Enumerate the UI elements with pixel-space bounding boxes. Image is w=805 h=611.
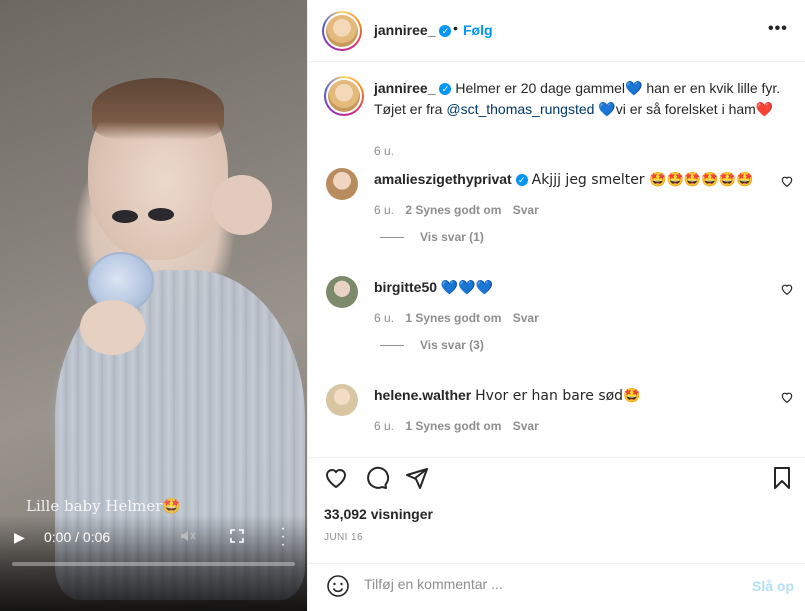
comment-username[interactable]: amalieszigethyprivat: [374, 171, 512, 187]
caption-mention-link[interactable]: @sct_thomas_rungsted: [446, 101, 594, 117]
blue-heart-emoji: 💙: [598, 102, 616, 118]
video-scene-eye: [112, 210, 138, 223]
more-options-icon[interactable]: •••: [768, 20, 788, 38]
video-scene-baby-hair: [92, 78, 224, 140]
comment-text: helene.walther Hvor er han bare sød🤩: [374, 387, 641, 404]
video-player[interactable]: Lille baby Helmer🤩 ▶ 0:00 / 0:06 · · ·: [0, 0, 307, 611]
verified-badge-icon: ✓: [515, 174, 528, 187]
comment-timestamp[interactable]: 6 u.: [374, 203, 394, 217]
play-icon[interactable]: ▶: [14, 529, 25, 546]
save-bookmark-icon[interactable]: [770, 466, 794, 490]
video-time: 0:00 / 0:06: [44, 529, 111, 545]
avatar[interactable]: [326, 276, 358, 308]
caption-timestamp[interactable]: 6 u.: [374, 144, 394, 158]
comment-username[interactable]: birgitte50: [374, 279, 437, 295]
comment-bubble-icon[interactable]: [365, 466, 389, 490]
avatar[interactable]: [322, 11, 362, 51]
comment-username[interactable]: helene.walther: [374, 387, 471, 403]
like-comment-heart-icon[interactable]: [780, 174, 794, 188]
video-controls: ▶ 0:00 / 0:06 · · ·: [0, 515, 307, 611]
comment-meta: 6 u. 1 Synes godt om Svar: [374, 419, 547, 433]
avatar[interactable]: [326, 168, 358, 200]
video-scene-hand: [212, 175, 272, 235]
follow-button[interactable]: Følg: [463, 22, 493, 38]
reply-button[interactable]: Svar: [513, 203, 539, 217]
like-comment-heart-icon[interactable]: [780, 282, 794, 296]
caption-text: janniree_ ✓ Helmer er 20 dage gammel💙 han…: [374, 80, 781, 118]
comment-likes[interactable]: 2 Synes godt om: [405, 203, 501, 217]
view-replies-button[interactable]: Vis svar (1): [380, 230, 484, 244]
emoji-smiley-icon[interactable]: [326, 574, 350, 598]
comment-text: birgitte50 💙💙💙: [374, 279, 494, 296]
separator-dot: •: [453, 20, 458, 36]
comment-likes[interactable]: 1 Synes godt om: [405, 311, 501, 325]
caption-username[interactable]: janniree_: [374, 80, 435, 96]
verified-badge-icon: ✓: [439, 83, 452, 96]
post-header: janniree_ ✓ • Følg •••: [308, 0, 805, 62]
reply-button[interactable]: Svar: [513, 311, 539, 325]
mute-icon[interactable]: [180, 529, 196, 543]
comment-likes[interactable]: 1 Synes godt om: [405, 419, 501, 433]
video-progress-bar[interactable]: [12, 562, 295, 566]
video-scene-hand: [80, 300, 145, 355]
view-count[interactable]: 33,092 visninger: [324, 506, 433, 522]
reply-button[interactable]: Svar: [513, 419, 539, 433]
post-comment-button[interactable]: Slå op: [752, 578, 794, 594]
video-more-icon[interactable]: · · ·: [280, 521, 286, 553]
comment-meta: 6 u. 2 Synes godt om Svar: [374, 203, 547, 217]
post-panel: janniree_ ✓ • Følg ••• janniree_ ✓ Helmer …: [307, 0, 805, 611]
like-comment-heart-icon[interactable]: [780, 390, 794, 404]
view-replies-button[interactable]: Vis svar (3): [380, 338, 484, 352]
like-heart-icon[interactable]: [324, 466, 348, 490]
comment-text: amalieszigethyprivat ✓ Akjjj jeg smelter …: [374, 171, 754, 188]
comments-list[interactable]: janniree_ ✓ Helmer er 20 dage gammel💙 han…: [308, 62, 805, 457]
verified-badge-icon: ✓: [439, 25, 452, 38]
post-actions: 33,092 visninger JUNI 16: [308, 457, 805, 563]
comment-input[interactable]: [364, 576, 734, 592]
avatar[interactable]: [324, 76, 364, 116]
comment-timestamp[interactable]: 6 u.: [374, 311, 394, 325]
video-scene-eye: [148, 208, 174, 221]
video-overlay-caption: Lille baby Helmer🤩: [26, 497, 182, 515]
fullscreen-icon[interactable]: [230, 529, 244, 543]
blue-heart-emoji: 💙: [625, 81, 643, 97]
red-heart-emoji: ❤️: [755, 102, 774, 118]
comment-timestamp[interactable]: 6 u.: [374, 419, 394, 433]
post-date[interactable]: JUNI 16: [324, 532, 363, 543]
share-paper-plane-icon[interactable]: [405, 466, 429, 490]
header-username[interactable]: janniree_ ✓: [374, 22, 452, 38]
comment-meta: 6 u. 1 Synes godt om Svar: [374, 311, 547, 325]
avatar[interactable]: [326, 384, 358, 416]
add-comment-bar: Slå op: [308, 563, 805, 611]
